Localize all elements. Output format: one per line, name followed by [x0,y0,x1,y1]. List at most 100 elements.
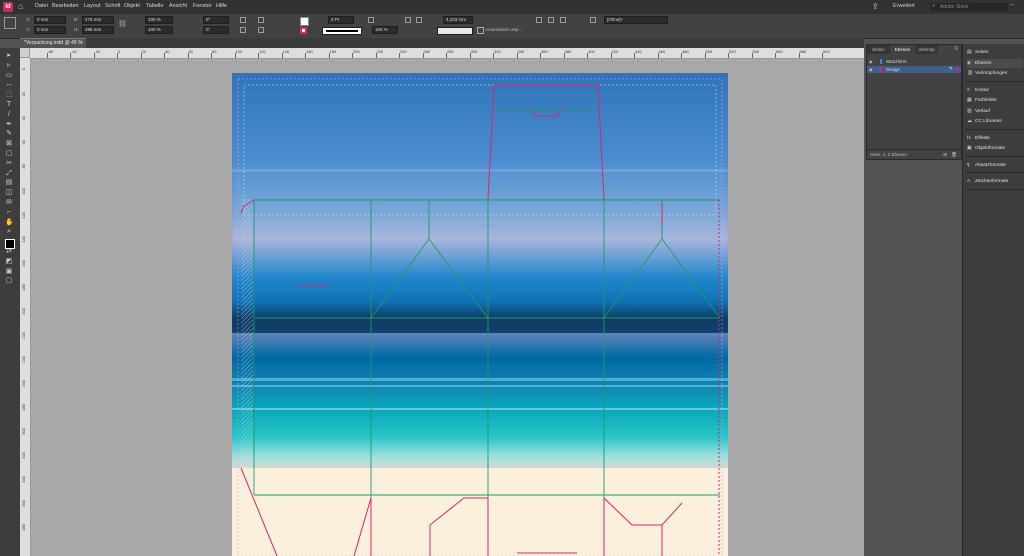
swap-colors-icon[interactable]: ⇄ [5,248,13,255]
dock-item[interactable]: ▦ Farbfelder [967,96,1023,105]
select-container-icon[interactable] [258,17,264,23]
zoom-tool-icon[interactable]: ⌕ [5,228,13,235]
rectangle-frame-tool-icon[interactable]: ⊠ [5,140,13,147]
fill-swatch[interactable] [300,17,309,26]
shear-input[interactable]: 0° [203,26,229,34]
apply-color-icon[interactable]: ▣ [5,268,13,275]
share-icon[interactable]: ⇪ [872,2,879,11]
panel-menu-icon[interactable]: ≡ [954,46,958,52]
menu-item-bearbeiten[interactable]: Bearbeiten [52,3,79,9]
app-logo[interactable]: Id [3,2,13,12]
type-tool-icon[interactable]: T [5,101,13,108]
dock-item[interactable]: ⛓ Verknüpfungen [967,69,1023,78]
note-tool-icon[interactable]: ✉ [5,199,13,206]
x-position-input[interactable]: 0 mm [34,16,66,24]
align-icon[interactable] [416,17,422,23]
center-content-icon[interactable] [560,17,566,23]
width-input[interactable]: 475 mm [82,16,114,24]
offset-input[interactable]: 4,233 mm [443,16,473,24]
ruler-origin[interactable] [20,48,30,58]
dock-item[interactable]: ▣ Objektformate [967,144,1023,153]
stroke-swatch[interactable] [300,27,307,34]
object-style-select[interactable]: [Ohne]+ [604,16,668,24]
gradient-feather-tool-icon[interactable]: ◫ [5,189,13,196]
stroke-weight-input[interactable]: 0 Pt [328,16,354,24]
gap-tool-icon[interactable]: ↔ [5,81,13,88]
dock-item[interactable]: fx Effekte [967,134,1023,143]
menu-item-ansicht[interactable]: Ansicht [169,3,187,9]
content-collector-icon[interactable]: ⬚ [5,91,13,98]
flip-icon[interactable] [240,27,246,33]
horizontal-ruler[interactable]: -80-60-40-200204060801001201401601802002… [20,48,864,59]
ruler-h-line [469,53,471,58]
selection-tool-icon[interactable]: ▸ [5,52,13,59]
eyedropper-tool-icon[interactable]: ⌐ [5,209,13,216]
scissors-tool-icon[interactable]: ✂ [5,160,13,167]
scale-y-input[interactable]: 100 % [145,26,173,34]
panel-tab-1[interactable]: Ebenen [891,45,914,54]
delete-layer-icon[interactable]: 🗑 [951,150,957,159]
free-transform-tool-icon[interactable]: ⤢ [5,170,13,177]
fx-icon[interactable] [368,17,374,23]
dock-item[interactable]: ▥ Verlauf [967,107,1023,116]
menu-item-tabelle[interactable]: Tabelle [146,3,163,9]
dock-item[interactable]: ≡ Kontur [967,86,1023,95]
new-layer-icon[interactable]: ⊞ [943,150,947,159]
text-wrap-icon[interactable] [405,17,411,23]
pen-tool-icon[interactable]: ✒ [5,121,13,128]
constrain-proportions-icon[interactable]: ⛓ [118,20,127,28]
menu-item-layout[interactable]: Layout [84,3,101,9]
document-page[interactable] [232,73,728,556]
reference-point-icon[interactable] [4,17,16,29]
visibility-icon[interactable]: ◉ [869,66,873,73]
menu-item-datei[interactable]: Datei [35,3,48,9]
search-field[interactable]: ⌕ Adobe Stock [930,3,1008,11]
hand-tool-icon[interactable]: ✋ [5,219,14,226]
packaging-artwork[interactable] [232,73,728,556]
menu-item-objekt[interactable]: Objekt [124,3,140,9]
scale-x-input[interactable]: 100 % [145,16,173,24]
line-tool-icon[interactable]: / [5,111,13,118]
dock-item[interactable]: A Zeichenformate [967,177,1023,186]
dock-item[interactable]: ¶ Absatzformate [967,161,1023,170]
rectangle-tool-icon[interactable]: ▢ [5,150,13,157]
rotate-icon[interactable] [240,17,246,23]
pasteboard[interactable] [31,59,864,556]
rotation-input[interactable]: 0° [203,16,229,24]
select-content-icon[interactable] [258,27,264,33]
layer-row[interactable]: ◉ Stanzform [867,58,961,65]
panel-tab-0[interactable]: Seiten [867,45,890,54]
vertical-ruler[interactable]: 0 20 40 60 80 100 120 140 160 180 200 220 240 260 280 3… [20,58,31,556]
layer-row[interactable]: ◉ Design ✎ [867,66,961,73]
screen-mode-icon[interactable]: ▢ [5,277,13,284]
gradient-swatch-tool-icon[interactable]: ▤ [5,179,13,186]
fit-frame-icon[interactable] [548,17,554,23]
page-tool-icon[interactable]: ▭ [5,72,13,79]
opacity-input[interactable]: 100 % [372,26,398,34]
visibility-icon[interactable]: ◉ [869,58,873,65]
close-icon[interactable]: × [80,39,83,48]
default-colors-icon[interactable]: ◩ [5,258,13,265]
frame-fit-field[interactable] [437,27,473,35]
selection-indicator[interactable] [956,68,959,71]
object-style-icon[interactable] [590,17,596,23]
menu-bar: Id ⌂ ⇪ Erweitert ⌕ Adobe Stock – Datei Be… [0,0,1024,14]
y-position-input[interactable]: 0 mm [34,26,66,34]
dock-item[interactable]: ▤ Seiten [967,48,1023,57]
pencil-tool-icon[interactable]: ✎ [5,130,13,137]
dock-item[interactable]: ☁ CC Libraries [967,117,1023,126]
menu-item-hilfe[interactable]: Hilfe [216,3,227,9]
menu-item-fenster[interactable]: Fenster [193,3,212,9]
home-icon[interactable]: ⌂ [18,2,27,11]
height-input[interactable]: 498 mm [82,26,114,34]
auto-fit-checkbox[interactable] [477,27,484,34]
ruler-h-tick: 360 [541,49,548,54]
dock-item[interactable]: ◈ Ebenen [967,58,1023,68]
direct-selection-tool-icon[interactable]: ▹ [5,62,13,69]
fit-content-icon[interactable] [536,17,542,23]
document-tab[interactable]: *Verpackung.indd @ 48 % × [20,38,86,48]
panel-tab-2[interactable]: Verknüp [915,45,938,54]
menu-item-schrift[interactable]: Schrift [105,3,121,9]
workspace-switcher[interactable]: Erweitert [893,3,915,9]
stroke-type-select[interactable] [322,27,362,35]
